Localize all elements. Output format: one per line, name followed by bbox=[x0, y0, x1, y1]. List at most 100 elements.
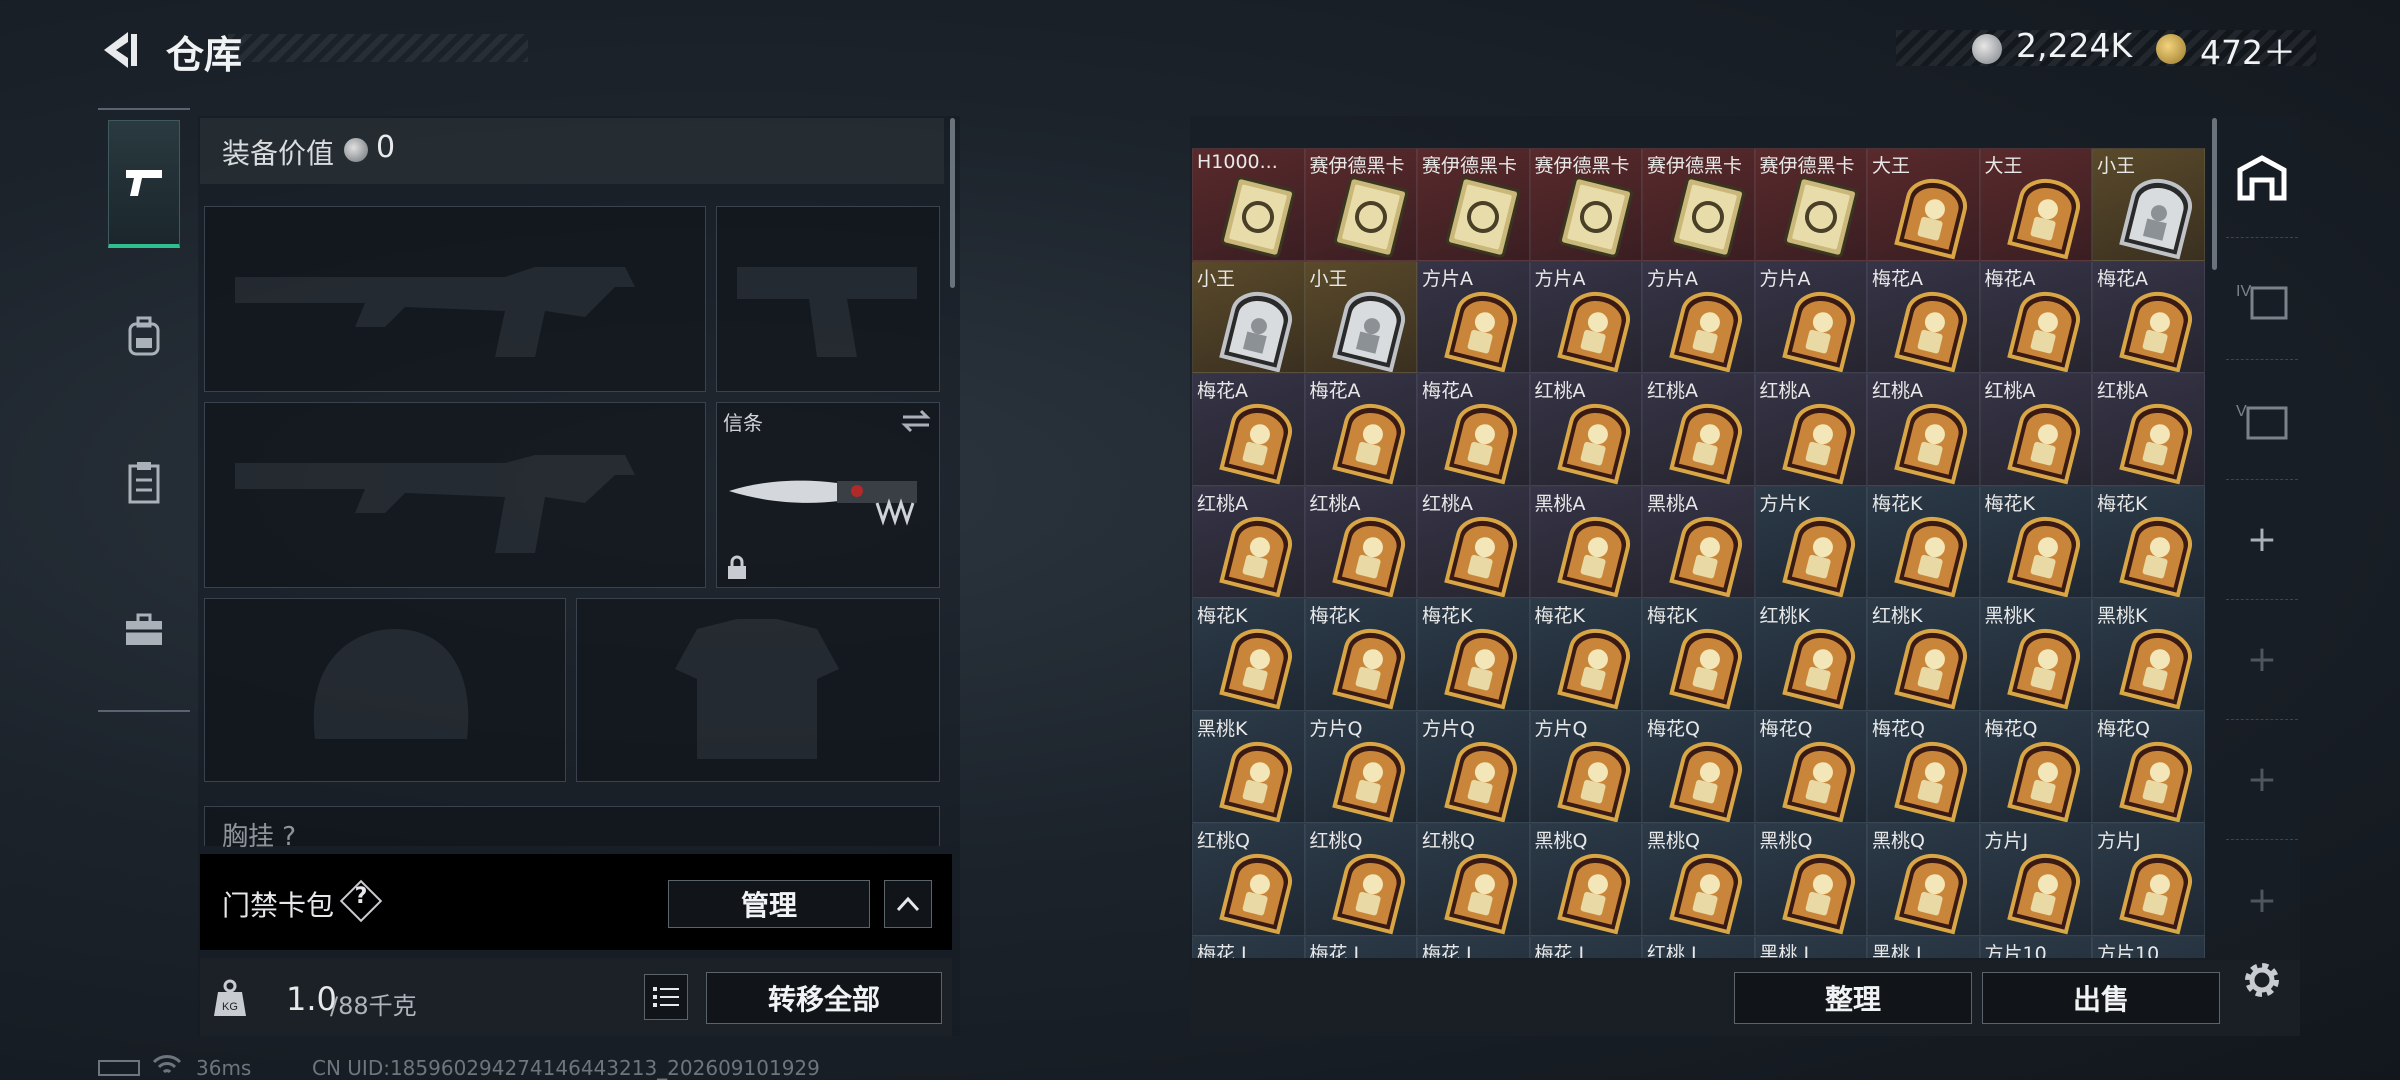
inventory-item[interactable]: 梅花 J bbox=[1192, 935, 1305, 958]
manage-button[interactable]: 管理 bbox=[668, 880, 870, 928]
add-storage-button[interactable]: + bbox=[2226, 480, 2298, 600]
inventory-item[interactable]: 红桃A bbox=[1642, 373, 1755, 486]
inventory-item[interactable]: 梅花A bbox=[1192, 373, 1305, 486]
inventory-item[interactable]: 梅花K bbox=[1642, 598, 1755, 711]
inventory-item[interactable]: 方片A bbox=[1529, 260, 1642, 373]
armor-slot[interactable] bbox=[576, 598, 940, 782]
inventory-item[interactable]: 黑桃Q bbox=[1642, 823, 1755, 936]
inventory-item[interactable]: 梅花Q bbox=[2092, 710, 2205, 823]
inventory-item[interactable]: 赛伊德黑卡 bbox=[1754, 148, 1867, 261]
inventory-item[interactable]: 梅花K bbox=[2092, 485, 2205, 598]
inventory-item[interactable]: 红桃A bbox=[1867, 373, 1980, 486]
inventory-item[interactable]: 方片Q bbox=[1304, 710, 1417, 823]
inventory-item[interactable]: 赛伊德黑卡 bbox=[1642, 148, 1755, 261]
sell-button[interactable]: 出售 bbox=[1982, 972, 2220, 1024]
inventory-item[interactable]: 红桃Q bbox=[1304, 823, 1417, 936]
inventory-item[interactable]: 黑桃A bbox=[1642, 485, 1755, 598]
inventory-item[interactable]: 梅花 J bbox=[1529, 935, 1642, 958]
inventory-item[interactable]: 梅花 J bbox=[1417, 935, 1530, 958]
inventory-item[interactable]: 梅花Q bbox=[1754, 710, 1867, 823]
inventory-item[interactable]: 红桃K bbox=[1867, 598, 1980, 711]
inventory-item[interactable]: 方片J bbox=[2092, 823, 2205, 936]
nav-case-tab[interactable] bbox=[108, 566, 180, 694]
gold-amount[interactable]: 472＋ bbox=[2200, 26, 2296, 74]
inventory-item[interactable]: 方片10 bbox=[1979, 935, 2092, 958]
inventory-item[interactable]: 梅花K bbox=[1979, 485, 2092, 598]
secondary-weapon-slot[interactable] bbox=[204, 402, 706, 588]
inventory-item[interactable]: 赛伊德黑卡 bbox=[1304, 148, 1417, 261]
inventory-item[interactable]: 红桃Q bbox=[1417, 823, 1530, 936]
primary-weapon-slot[interactable] bbox=[204, 206, 706, 392]
transfer-all-button[interactable]: 转移全部 bbox=[706, 972, 942, 1024]
inventory-scrollbar[interactable] bbox=[2212, 118, 2217, 270]
inventory-item[interactable]: 方片A bbox=[1417, 260, 1530, 373]
back-arrow-icon[interactable] bbox=[98, 28, 142, 72]
inventory-item[interactable]: 黑桃K bbox=[2092, 598, 2205, 711]
inventory-item[interactable]: 红桃A bbox=[1417, 485, 1530, 598]
inventory-item[interactable]: 梅花K bbox=[1304, 598, 1417, 711]
inventory-item[interactable]: 红桃A bbox=[2092, 373, 2205, 486]
inventory-item[interactable]: 梅花Q bbox=[1642, 710, 1755, 823]
storage-page-iv-tab[interactable]: IV bbox=[2226, 240, 2298, 360]
inventory-item[interactable]: 黑桃 J bbox=[1867, 935, 1980, 958]
inventory-item[interactable]: 黑桃Q bbox=[1754, 823, 1867, 936]
inventory-item[interactable]: 方片J bbox=[1979, 823, 2092, 936]
inventory-item[interactable]: 红桃A bbox=[1979, 373, 2092, 486]
inventory-item[interactable]: 红桃 J bbox=[1642, 935, 1755, 958]
melee-slot[interactable]: 信条 bbox=[716, 402, 940, 588]
storage-page-v-tab[interactable]: V bbox=[2226, 360, 2298, 480]
helmet-slot[interactable] bbox=[204, 598, 566, 782]
inventory-item[interactable]: 红桃K bbox=[1754, 598, 1867, 711]
storage-tab[interactable] bbox=[2226, 118, 2298, 238]
inventory-item[interactable]: 方片K bbox=[1754, 485, 1867, 598]
sort-button[interactable]: 整理 bbox=[1734, 972, 1972, 1024]
inventory-item[interactable]: 方片10 bbox=[2092, 935, 2205, 958]
inventory-item[interactable]: 红桃A bbox=[1529, 373, 1642, 486]
inventory-item[interactable]: 方片Q bbox=[1417, 710, 1530, 823]
inventory-item[interactable]: 红桃Q bbox=[1192, 823, 1305, 936]
inventory-item[interactable]: 黑桃A bbox=[1529, 485, 1642, 598]
inventory-item[interactable]: 方片A bbox=[1642, 260, 1755, 373]
chest-rig-slot[interactable] bbox=[204, 806, 940, 846]
swap-icon[interactable] bbox=[901, 409, 931, 433]
inventory-item[interactable]: 梅花Q bbox=[1979, 710, 2092, 823]
gear-icon[interactable] bbox=[2238, 956, 2286, 1004]
inventory-item[interactable]: 梅花A bbox=[1417, 373, 1530, 486]
inventory-item[interactable]: 梅花A bbox=[1979, 260, 2092, 373]
nav-vest-tab[interactable] bbox=[108, 418, 180, 546]
inventory-item[interactable]: 黑桃Q bbox=[1529, 823, 1642, 936]
inventory-item[interactable]: 红桃A bbox=[1754, 373, 1867, 486]
inventory-item[interactable]: 黑桃K bbox=[1979, 598, 2092, 711]
nav-backpack-tab[interactable] bbox=[108, 272, 180, 400]
inventory-item[interactable]: 梅花 J bbox=[1304, 935, 1417, 958]
inventory-item[interactable]: 梅花K bbox=[1192, 598, 1305, 711]
nav-weapons-tab[interactable] bbox=[108, 120, 180, 248]
inventory-item[interactable]: 黑桃K bbox=[1192, 710, 1305, 823]
playing-card-icon bbox=[2119, 291, 2193, 372]
equipment-scrollbar[interactable] bbox=[950, 118, 955, 288]
inventory-item[interactable]: 红桃A bbox=[1304, 485, 1417, 598]
inventory-item[interactable]: 黑桃 J bbox=[1754, 935, 1867, 958]
inventory-item[interactable]: 赛伊德黑卡 bbox=[1417, 148, 1530, 261]
inventory-item[interactable]: 梅花K bbox=[1417, 598, 1530, 711]
inventory-item[interactable]: 大王 bbox=[1979, 148, 2092, 261]
inventory-item[interactable]: 小王 bbox=[2092, 148, 2205, 261]
inventory-item[interactable]: 梅花Q bbox=[1867, 710, 1980, 823]
inventory-item[interactable]: 梅花K bbox=[1867, 485, 1980, 598]
inventory-item[interactable]: 大王 bbox=[1867, 148, 1980, 261]
list-view-button[interactable] bbox=[644, 974, 688, 1020]
inventory-item[interactable]: 方片A bbox=[1754, 260, 1867, 373]
inventory-item[interactable]: 小王 bbox=[1304, 260, 1417, 373]
inventory-item[interactable]: 方片Q bbox=[1529, 710, 1642, 823]
inventory-item[interactable]: 梅花A bbox=[1867, 260, 1980, 373]
inventory-item[interactable]: 梅花A bbox=[1304, 373, 1417, 486]
inventory-item[interactable]: 小王 bbox=[1192, 260, 1305, 373]
inventory-item[interactable]: 黑桃Q bbox=[1867, 823, 1980, 936]
inventory-item[interactable]: H1000... bbox=[1192, 148, 1305, 261]
inventory-item[interactable]: 红桃A bbox=[1192, 485, 1305, 598]
sidearm-slot[interactable] bbox=[716, 206, 940, 392]
inventory-item[interactable]: 梅花A bbox=[2092, 260, 2205, 373]
collapse-button[interactable] bbox=[884, 880, 932, 928]
inventory-item[interactable]: 赛伊德黑卡 bbox=[1529, 148, 1642, 261]
inventory-item[interactable]: 梅花K bbox=[1529, 598, 1642, 711]
